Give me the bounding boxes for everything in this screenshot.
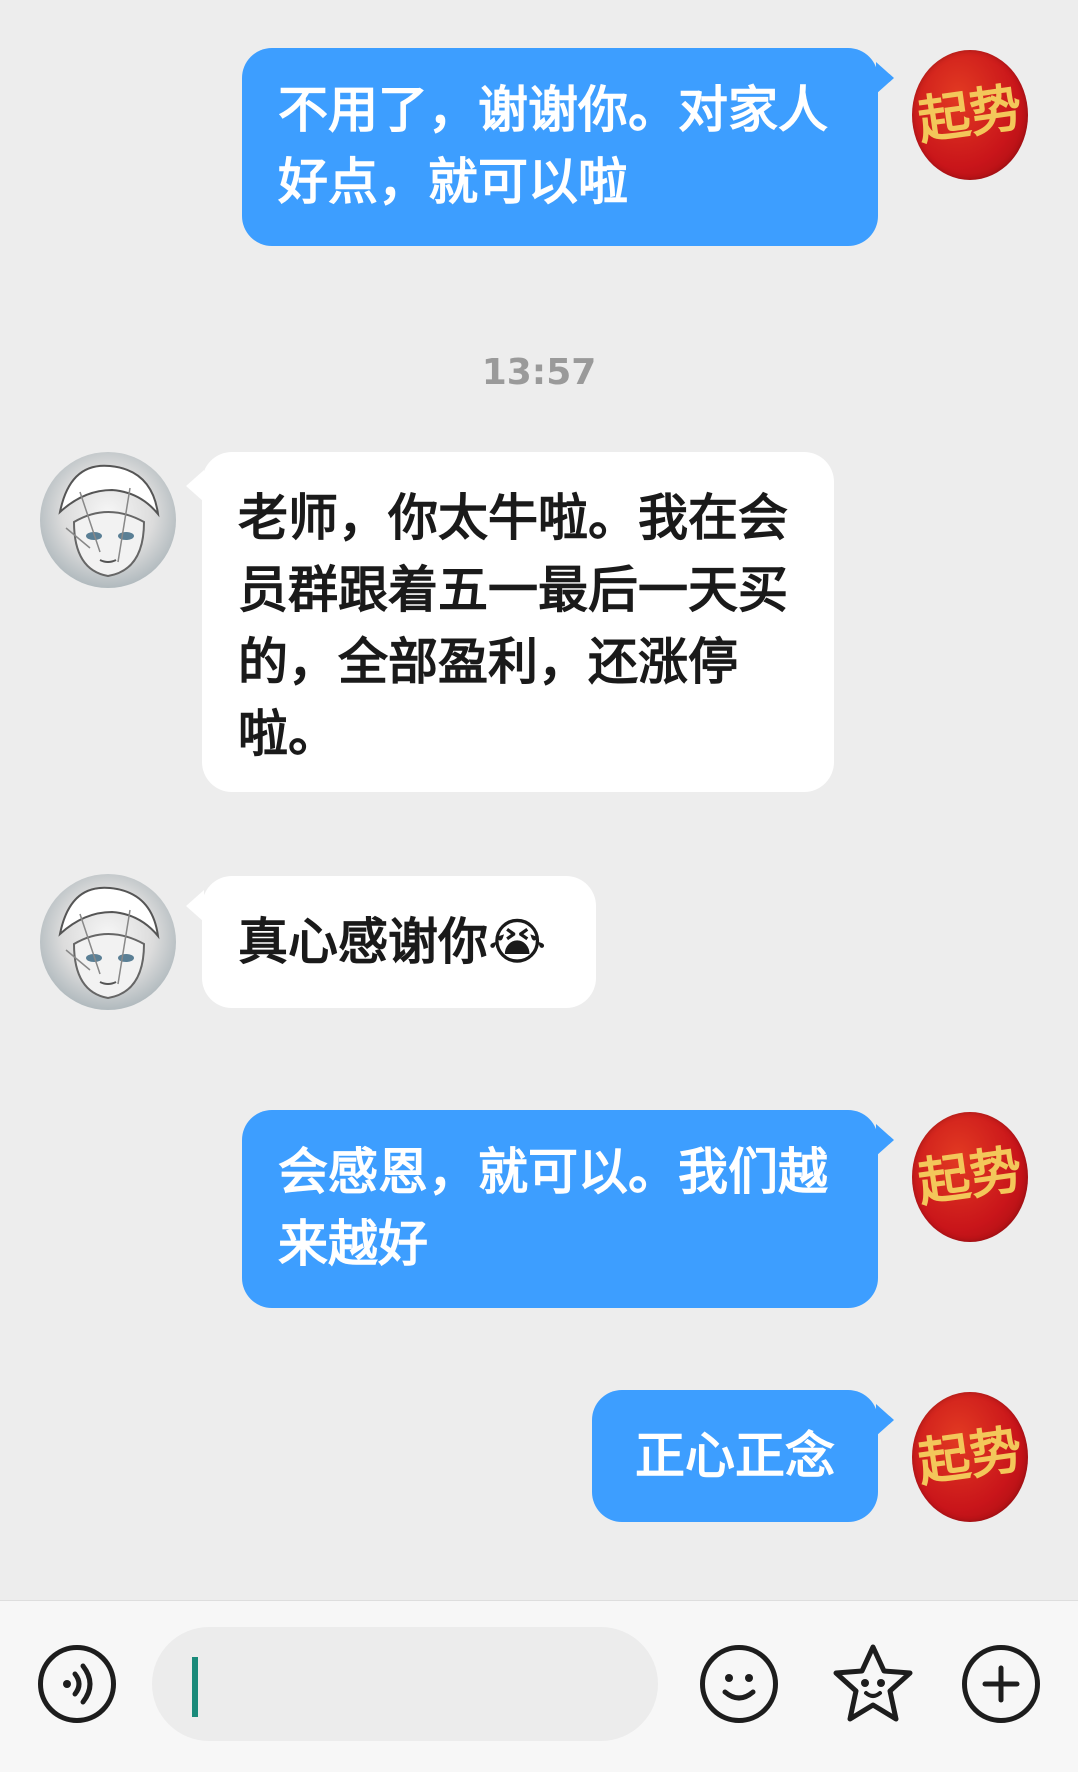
chat-area: 不用了，谢谢你。对家人好点，就可以啦 起势 13:57 老师，你太牛啦。我在会员… [0,0,1078,1600]
crying-laughing-emoji: 😭 [488,913,547,971]
bubble-tail [876,62,894,94]
my-avatar[interactable]: 起势 [912,1112,1028,1242]
bubble-tail [876,1124,894,1156]
message-text: 会感恩，就可以。我们越来越好 [278,1143,828,1273]
message-text: 正心正念 [635,1427,835,1485]
message-input[interactable] [152,1627,658,1741]
bubble-tail [876,1404,894,1436]
plus-icon[interactable] [962,1645,1040,1723]
message-bubble-outgoing[interactable]: 正心正念 [592,1390,878,1522]
message-bubble-outgoing[interactable]: 会感恩，就可以。我们越来越好 [242,1110,878,1308]
sticker-icon[interactable] [830,1641,916,1727]
anime-portrait-icon [58,464,160,578]
message-text: 老师，你太牛啦。我在会员群跟着五一最后一天买的，全部盈利，还涨停啦。 [238,489,788,763]
emoji-icon[interactable] [700,1645,778,1723]
input-bar [0,1600,1078,1772]
message-bubble-outgoing[interactable]: 不用了，谢谢你。对家人好点，就可以啦 [242,48,878,246]
contact-avatar[interactable] [40,874,176,1010]
text-cursor [192,1657,198,1717]
message-bubble-incoming[interactable]: 老师，你太牛啦。我在会员群跟着五一最后一天买的，全部盈利，还涨停啦。 [202,452,834,792]
my-avatar[interactable]: 起势 [912,50,1028,180]
voice-icon[interactable] [38,1645,116,1723]
my-avatar[interactable]: 起势 [912,1392,1028,1522]
message-text: 真心感谢你 [238,913,488,971]
anime-portrait-icon [58,886,160,1000]
message-bubble-incoming[interactable]: 真心感谢你😭 [202,876,596,1008]
contact-avatar[interactable] [40,452,176,588]
message-timestamp: 13:57 [481,352,597,393]
message-text: 不用了，谢谢你。对家人好点，就可以啦 [278,81,828,211]
